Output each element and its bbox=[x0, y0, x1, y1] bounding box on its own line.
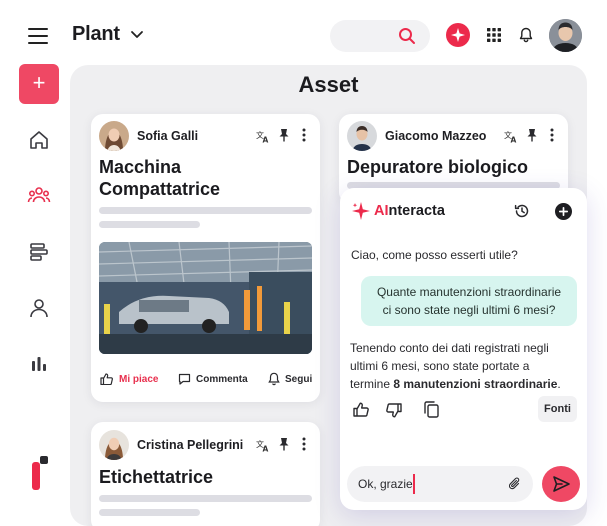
ai-title-highlight: AI bbox=[374, 203, 389, 219]
author-name[interactable]: Cristina Pellegrini bbox=[137, 438, 243, 452]
copy-icon[interactable] bbox=[424, 401, 439, 418]
sources-button[interactable]: Fonti bbox=[538, 396, 577, 422]
text-cursor bbox=[413, 474, 415, 494]
community-icon[interactable] bbox=[27, 184, 51, 208]
text-placeholder bbox=[99, 221, 200, 228]
author-avatar[interactable] bbox=[99, 430, 129, 460]
sparkle-icon bbox=[451, 28, 465, 42]
thumbs-up-icon[interactable] bbox=[100, 373, 113, 385]
new-chat-icon[interactable] bbox=[555, 203, 572, 220]
chat-input[interactable]: Ok, grazie bbox=[347, 466, 533, 502]
ai-answer-end: . bbox=[557, 377, 561, 391]
follow-button[interactable]: Segui bbox=[285, 374, 312, 385]
comment-icon[interactable] bbox=[178, 373, 191, 385]
card-title-line[interactable]: Macchina bbox=[99, 156, 220, 178]
sparkle-icon bbox=[352, 202, 370, 220]
author-avatar[interactable] bbox=[347, 121, 377, 151]
attachment-icon[interactable] bbox=[509, 477, 521, 491]
send-icon bbox=[553, 476, 570, 492]
card-title[interactable]: Macchina Compattatrice bbox=[99, 156, 220, 200]
pin-icon[interactable] bbox=[278, 437, 290, 451]
history-icon[interactable] bbox=[514, 203, 530, 219]
user-message: Quante manutenzioni straordinarie ci son… bbox=[361, 276, 577, 326]
author-name[interactable]: Sofia Galli bbox=[137, 129, 198, 143]
ai-greeting: Ciao, come posso esserti utile? bbox=[351, 248, 518, 262]
page-title: Asset bbox=[298, 72, 359, 97]
thumbs-up-icon[interactable] bbox=[353, 402, 369, 417]
svg-text:A: A bbox=[263, 136, 269, 144]
author-name[interactable]: Giacomo Mazzeo bbox=[385, 129, 486, 143]
translate-icon[interactable]: 文 A bbox=[256, 129, 270, 143]
search-icon bbox=[399, 28, 415, 44]
chat-input-value[interactable]: Ok, grazie bbox=[358, 477, 413, 491]
svg-text:A: A bbox=[263, 445, 269, 453]
bell-icon[interactable] bbox=[268, 372, 280, 386]
translate-icon[interactable]: 文 A bbox=[256, 438, 270, 452]
card-title[interactable]: Depuratore biologico bbox=[347, 156, 528, 178]
search-input[interactable] bbox=[330, 20, 430, 52]
analytics-icon[interactable] bbox=[27, 352, 51, 376]
chevron-down-icon[interactable] bbox=[129, 26, 145, 42]
send-button[interactable] bbox=[542, 466, 580, 502]
bell-icon[interactable] bbox=[519, 27, 533, 43]
layers-icon[interactable] bbox=[27, 240, 51, 264]
user-avatar[interactable] bbox=[549, 19, 582, 52]
svg-text:A: A bbox=[511, 136, 517, 144]
apps-grid-icon[interactable] bbox=[487, 28, 501, 42]
ai-panel-title: AInteracta bbox=[374, 203, 445, 219]
ai-answer: Tenendo conto dei dati registrati negli … bbox=[350, 339, 572, 393]
text-placeholder bbox=[99, 495, 312, 502]
more-options-icon[interactable] bbox=[546, 128, 558, 142]
more-options-icon[interactable] bbox=[298, 437, 310, 451]
app-title[interactable]: Plant bbox=[72, 23, 120, 46]
comment-button[interactable]: Commenta bbox=[196, 374, 248, 385]
menu-icon[interactable] bbox=[28, 28, 48, 44]
factory-photo[interactable] bbox=[99, 242, 312, 354]
text-placeholder bbox=[99, 509, 200, 516]
ai-assistant-button[interactable] bbox=[446, 23, 470, 47]
translate-icon[interactable]: 文 A bbox=[504, 129, 518, 143]
thumbs-down-icon[interactable] bbox=[386, 403, 402, 418]
add-button[interactable]: + bbox=[19, 64, 59, 104]
card-title[interactable]: Etichettatrice bbox=[99, 466, 213, 488]
text-placeholder bbox=[99, 207, 312, 214]
profile-icon[interactable] bbox=[27, 296, 51, 320]
ai-title-rest: nteracta bbox=[388, 203, 445, 219]
more-options-icon[interactable] bbox=[298, 128, 310, 142]
pin-icon[interactable] bbox=[278, 128, 290, 142]
card-title-line[interactable]: Compattatrice bbox=[99, 178, 220, 200]
author-avatar[interactable] bbox=[99, 121, 129, 151]
like-button[interactable]: Mi piace bbox=[119, 374, 158, 385]
home-icon[interactable] bbox=[27, 128, 51, 152]
brand-logo bbox=[32, 456, 48, 490]
pin-icon[interactable] bbox=[526, 128, 538, 142]
ai-answer-highlight: 8 manutenzioni straordinarie bbox=[393, 377, 558, 391]
